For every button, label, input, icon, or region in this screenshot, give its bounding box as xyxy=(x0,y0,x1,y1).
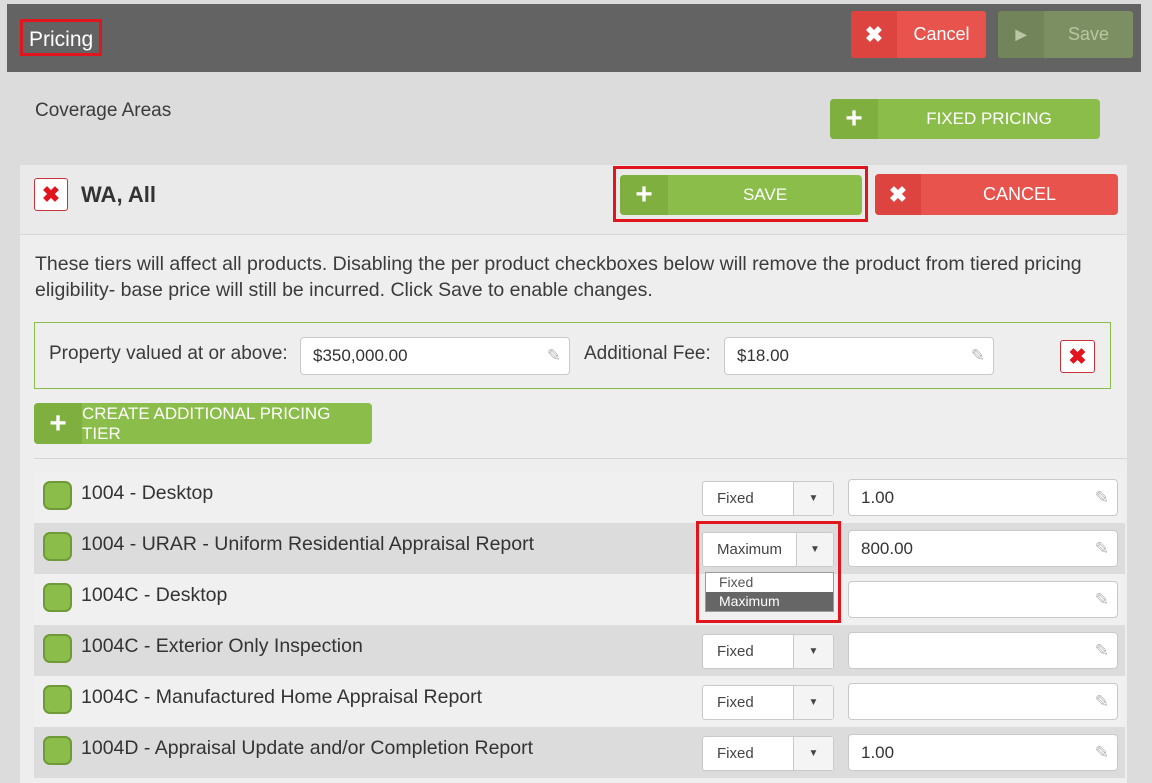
product-checkbox[interactable] xyxy=(43,583,72,612)
product-checkbox[interactable] xyxy=(43,532,72,561)
chevron-down-icon: ▼ xyxy=(793,482,833,515)
product-name: 1004C - Manufactured Home Appraisal Repo… xyxy=(81,686,483,708)
fixed-pricing-button[interactable]: + FIXED PRICING xyxy=(830,99,1100,139)
coverage-area-header: ✖ WA, All + SAVE ✖ CANCEL xyxy=(20,165,1127,235)
product-checkbox[interactable] xyxy=(43,634,72,663)
product-name: 1004C - Desktop xyxy=(81,584,228,606)
cancel-button-label: Cancel xyxy=(913,24,970,44)
chevron-down-icon: ▼ xyxy=(793,686,833,719)
close-icon: ✖ xyxy=(851,11,897,58)
plus-icon: + xyxy=(34,403,82,444)
pricing-type-value: Fixed xyxy=(717,694,754,711)
pencil-icon: ✎ xyxy=(1094,692,1109,711)
pencil-icon: ✎ xyxy=(970,346,985,365)
price-input[interactable]: ✎ xyxy=(848,581,1118,618)
pricing-page: Pricing ✖ Cancel ▶ Save Coverage Areas +… xyxy=(0,0,1152,783)
area-cancel-button[interactable]: ✖ CANCEL xyxy=(875,174,1118,215)
pricing-type-select[interactable]: Fixed ▼ xyxy=(702,685,834,720)
price-input[interactable]: 1.00 ✎ xyxy=(848,734,1118,771)
additional-fee-input[interactable]: $18.00 ✎ xyxy=(724,337,994,375)
coverage-area-panel: ✖ WA, All + SAVE ✖ CANCEL These tiers wi… xyxy=(20,165,1127,783)
create-tier-label: CREATE ADDITIONAL PRICING TIER xyxy=(82,403,331,443)
plus-icon: + xyxy=(620,175,668,215)
product-name: 1004 - URAR - Uniform Residential Apprai… xyxy=(81,533,535,555)
pricing-type-value: Fixed xyxy=(717,490,754,507)
additional-fee-text: $18.00 xyxy=(737,346,789,365)
header-bar: Pricing ✖ Cancel ▶ Save xyxy=(7,4,1141,72)
plus-icon: + xyxy=(830,99,878,139)
pencil-icon: ✎ xyxy=(1094,539,1109,558)
save-button-label: Save xyxy=(1067,24,1110,44)
property-value-input[interactable]: $350,000.00 ✎ xyxy=(300,337,570,375)
price-input[interactable]: 1.00 ✎ xyxy=(848,479,1118,516)
remove-area-button[interactable]: ✖ xyxy=(34,178,68,211)
pricing-type-value: Fixed xyxy=(717,745,754,762)
additional-fee-label: Additional Fee: xyxy=(584,343,711,364)
price-input[interactable]: 800.00 ✎ xyxy=(848,530,1118,567)
product-name: 1004D - Appraisal Update and/or Completi… xyxy=(81,737,534,759)
product-row: 1004C - Desktop ✎ xyxy=(34,574,1125,625)
product-row: 1004 - URAR - Uniform Residential Apprai… xyxy=(34,523,1125,574)
pricing-type-select[interactable]: Fixed ▼ xyxy=(702,736,834,771)
pencil-icon: ✎ xyxy=(1094,743,1109,762)
product-checkbox[interactable] xyxy=(43,685,72,714)
pricing-type-value: Fixed xyxy=(717,643,754,660)
area-title: WA, All xyxy=(81,182,156,207)
pencil-icon: ✎ xyxy=(1094,488,1109,507)
dropdown-option-fixed[interactable]: Fixed xyxy=(706,573,833,592)
save-highlight: + SAVE xyxy=(613,166,868,222)
product-row: 1004 - Desktop Fixed ▼ 1.00 ✎ xyxy=(34,472,1125,523)
product-row: 1004D - Appraisal Update and/or Completi… xyxy=(34,727,1125,778)
chevron-down-icon: ▼ xyxy=(793,737,833,770)
price-text: 800.00 xyxy=(861,539,913,558)
pricing-type-select[interactable]: Fixed ▼ xyxy=(702,481,834,516)
save-button[interactable]: ▶ Save xyxy=(998,11,1133,58)
pencil-icon: ✎ xyxy=(1094,590,1109,609)
play-icon: ▶ xyxy=(998,11,1044,58)
close-icon: ✖ xyxy=(1068,343,1087,369)
price-text: 1.00 xyxy=(861,488,895,507)
pricing-type-select[interactable]: Fixed ▼ xyxy=(702,634,834,669)
dropdown-option-maximum[interactable]: Maximum xyxy=(706,592,833,611)
cancel-button[interactable]: ✖ Cancel xyxy=(851,11,986,58)
product-name: 1004 - Desktop xyxy=(81,482,214,504)
product-checkbox[interactable] xyxy=(43,736,72,765)
price-text: 1.00 xyxy=(861,743,895,762)
close-icon: ✖ xyxy=(875,174,921,215)
pricing-type-dropdown: Fixed Maximum xyxy=(705,572,834,612)
area-save-button[interactable]: + SAVE xyxy=(620,175,862,215)
pricing-tier: Property valued at or above: $350,000.00… xyxy=(34,322,1111,389)
product-checkbox[interactable] xyxy=(43,481,72,510)
product-name: 1004C - Exterior Only Inspection xyxy=(81,635,363,657)
product-row: 1004C - Exterior Only Inspection Fixed ▼… xyxy=(34,625,1125,676)
property-value-text: $350,000.00 xyxy=(313,346,408,365)
close-icon: ✖ xyxy=(41,181,61,207)
remove-tier-button[interactable]: ✖ xyxy=(1060,340,1095,373)
property-value-label: Property valued at or above: xyxy=(49,343,288,364)
divider xyxy=(34,458,1127,459)
price-input[interactable]: ✎ xyxy=(848,632,1118,669)
product-row: 1004C - Manufactured Home Appraisal Repo… xyxy=(34,676,1125,727)
fixed-pricing-label: FIXED PRICING xyxy=(926,109,1052,128)
chevron-down-icon: ▼ xyxy=(793,635,833,668)
coverage-areas-label: Coverage Areas xyxy=(35,100,172,121)
area-save-label: SAVE xyxy=(742,185,788,204)
price-input[interactable]: ✎ xyxy=(848,683,1118,720)
page-title: Pricing xyxy=(20,19,103,56)
pencil-icon: ✎ xyxy=(1094,641,1109,660)
tier-description: These tiers will affect all products. Di… xyxy=(35,253,1082,301)
create-tier-button[interactable]: + CREATE ADDITIONAL PRICING TIER xyxy=(34,403,372,444)
area-cancel-label: CANCEL xyxy=(982,184,1057,204)
pencil-icon: ✎ xyxy=(546,346,561,365)
